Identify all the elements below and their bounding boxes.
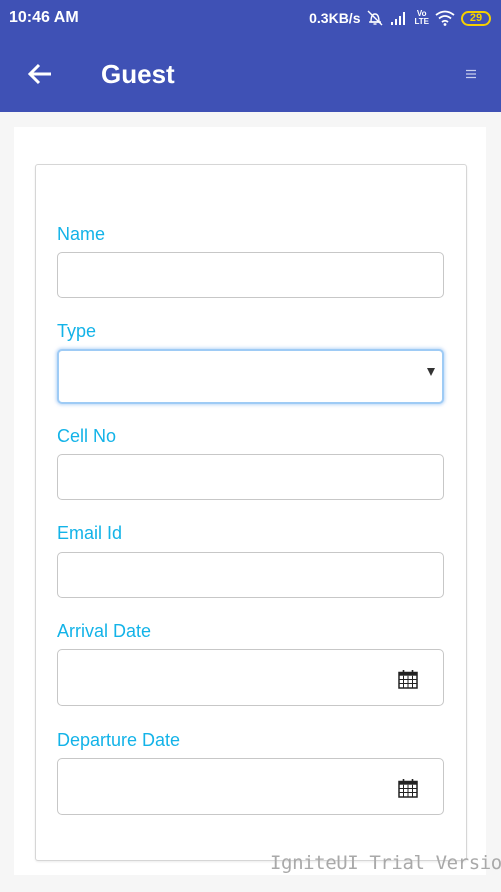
volte-icon: Vo LTE — [414, 10, 429, 26]
volte-bottom-label: LTE — [414, 17, 429, 26]
page-title: Guest — [101, 59, 175, 89]
arrival-date-field[interactable] — [57, 649, 444, 706]
app-bar: Guest — [0, 36, 501, 112]
signal-icon — [390, 11, 408, 25]
battery-icon: 29 — [461, 10, 491, 26]
arrival-date-label: Arrival Date — [57, 621, 152, 641]
menu-icon — [466, 69, 476, 79]
status-time: 10:46 AM — [9, 9, 79, 26]
name-field[interactable] — [57, 252, 444, 298]
name-label: Name — [57, 224, 106, 244]
calendar-icon[interactable] — [397, 669, 419, 689]
type-select[interactable] — [57, 349, 444, 404]
email-id-field[interactable] — [57, 552, 444, 598]
caret-down-icon — [427, 368, 435, 376]
calendar-icon[interactable] — [397, 778, 419, 798]
back-button[interactable] — [24, 58, 56, 90]
type-label: Type — [57, 321, 97, 341]
status-icons: 0.3KB/s Vo LTE 29 — [309, 9, 491, 27]
arrow-left-icon — [27, 63, 51, 85]
trial-watermark: IgniteUI Trial Version — [270, 852, 501, 874]
cell-no-field[interactable] — [57, 454, 444, 500]
departure-date-field[interactable] — [57, 758, 444, 815]
departure-date-label: Departure Date — [57, 730, 181, 750]
menu-button[interactable] — [463, 64, 479, 84]
network-speed: 0.3KB/s — [309, 10, 361, 26]
email-id-label: Email Id — [57, 523, 123, 543]
status-bar: 10:46 AM 0.3KB/s Vo LTE 29 — [0, 0, 501, 36]
cell-no-label: Cell No — [57, 426, 117, 446]
alarm-off-icon — [366, 9, 384, 27]
wifi-icon — [435, 10, 455, 26]
